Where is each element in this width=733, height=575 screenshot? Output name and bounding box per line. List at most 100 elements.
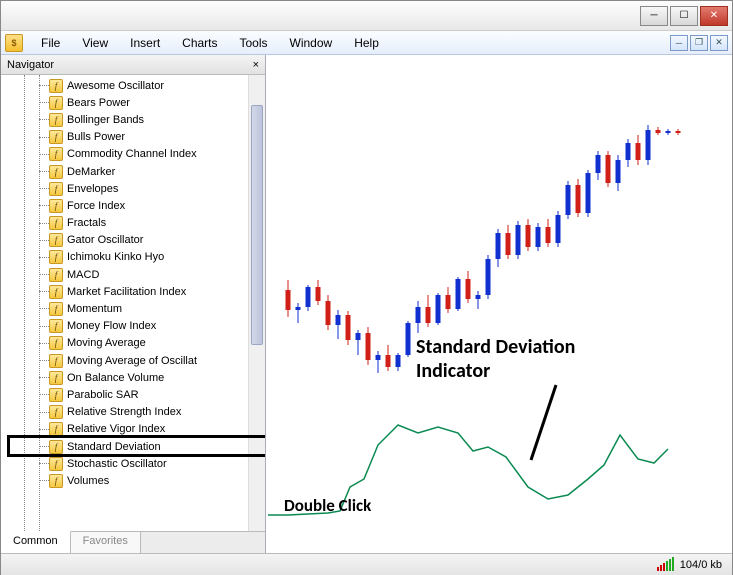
indicator-label: Parabolic SAR [67,389,139,401]
indicator-icon: f [49,319,63,333]
indicator-label: Moving Average of Oscillat [67,355,197,367]
indicator-label: On Balance Volume [67,372,164,384]
menu-help[interactable]: Help [344,34,389,52]
indicator-icon: f [49,422,63,436]
navigator-header: Navigator × [1,55,265,75]
indicator-item[interactable]: f Commodity Channel Index [1,146,265,163]
indicator-label: Bulls Power [67,131,125,143]
indicator-icon: f [49,336,63,350]
indicator-label: Relative Strength Index [67,406,181,418]
minimize-button[interactable]: ─ [640,6,668,26]
app-icon: $ [5,34,23,52]
indicator-item[interactable]: f Moving Average [1,335,265,352]
indicator-item[interactable]: fBollinger Bands [1,111,265,128]
menu-charts[interactable]: Charts [172,34,227,52]
menu-insert[interactable]: Insert [120,34,170,52]
indicator-item[interactable]: f Stochastic Oscillator [1,455,265,472]
close-button[interactable]: ✕ [700,6,728,26]
indicator-icon: f [49,130,63,144]
indicator-item[interactable]: fGator Oscillator [1,232,265,249]
indicator-label: Ichimoku Kinko Hyo [67,251,164,263]
menu-window[interactable]: Window [280,34,343,52]
navigator-close-icon[interactable]: × [253,59,259,71]
indicator-label: Market Facilitation Index [67,286,186,298]
indicator-label: Commodity Channel Index [67,148,197,160]
indicator-item[interactable]: fFractals [1,215,265,232]
indicator-icon: f [49,165,63,179]
indicator-label: Force Index [67,200,125,212]
menu-view[interactable]: View [72,34,118,52]
indicator-item[interactable]: fAwesome Oscillator [1,77,265,94]
indicator-item[interactable]: f Bulls Power [1,129,265,146]
indicator-label: Envelopes [67,183,118,195]
menu-bar: $ File View Insert Charts Tools Window H… [1,31,732,55]
indicator-icon: f [49,285,63,299]
indicator-icon: f [49,302,63,316]
menu-tools[interactable]: Tools [230,34,278,52]
menu-file[interactable]: File [31,34,70,52]
indicator-icon: f [49,457,63,471]
navigator-title: Navigator [7,59,54,71]
indicator-icon: f [49,268,63,282]
mdi-close-button[interactable]: ✕ [710,35,728,51]
indicator-label: Money Flow Index [67,320,156,332]
indicator-icon: f [49,405,63,419]
price-chart[interactable] [266,55,732,553]
navigator-tree[interactable]: fAwesome OscillatorfBears PowerfBollinge… [1,75,265,531]
indicator-item[interactable]: fBears Power [1,94,265,111]
connection-status: 104/0 kb [680,559,732,571]
tab-favorites[interactable]: Favorites [71,532,141,553]
scrollbar-thumb[interactable] [251,105,263,345]
indicator-item[interactable]: f Relative Strength Index [1,404,265,421]
indicator-item[interactable]: f DeMarker [1,163,265,180]
indicator-label: Volumes [67,475,109,487]
maximize-button[interactable]: ☐ [670,6,698,26]
indicator-item[interactable]: f Force Index [1,197,265,214]
indicator-icon: f [49,354,63,368]
indicator-label: Fractals [67,217,106,229]
annotation-subtitle: Indicator [416,359,490,383]
status-bar: 104/0 kb [1,553,732,575]
indicator-label: Stochastic Oscillator [67,458,167,470]
indicator-label: DeMarker [67,166,115,178]
mdi-restore-button[interactable]: ❐ [690,35,708,51]
window-titlebar: ─ ☐ ✕ [1,1,732,31]
indicator-icon: f [49,250,63,264]
indicator-item[interactable]: f Momentum [1,300,265,317]
indicator-label: Bears Power [67,97,130,109]
tab-common[interactable]: Common [1,531,71,553]
indicator-item[interactable]: f Volumes [1,472,265,489]
annotation-hint: Double Click [284,495,371,516]
indicator-icon: f [49,182,63,196]
indicator-label: MACD [67,269,99,281]
indicator-label: Relative Vigor Index [67,423,165,435]
indicator-icon: f [49,388,63,402]
annotation-title: Standard Deviation [416,335,575,359]
indicator-label: Momentum [67,303,122,315]
indicator-item[interactable]: f Relative Vigor Index [1,421,265,438]
indicator-item[interactable]: f Ichimoku Kinko Hyo [1,249,265,266]
mdi-minimize-button[interactable]: ─ [670,35,688,51]
indicator-icon: f [49,199,63,213]
navigator-scrollbar[interactable] [248,75,265,531]
indicator-icon: f [49,371,63,385]
navigator-panel: Navigator × fAwesome OscillatorfBears Po… [1,55,266,553]
indicator-item[interactable]: f Standard Deviation [1,438,265,455]
indicator-item[interactable]: f Market Facilitation Index [1,283,265,300]
indicator-label: Standard Deviation [67,441,161,453]
indicator-icon: f [49,147,63,161]
navigator-tabs: Common Favorites [1,531,265,553]
indicator-icon: f [49,474,63,488]
indicator-icon: f [49,440,63,454]
indicator-label: Awesome Oscillator [67,80,164,92]
indicator-item[interactable]: f Envelopes [1,180,265,197]
indicator-item[interactable]: f Money Flow Index [1,318,265,335]
indicator-item[interactable]: f MACD [1,266,265,283]
indicator-item[interactable]: f On Balance Volume [1,369,265,386]
indicator-label: Gator Oscillator [67,234,143,246]
indicator-label: Moving Average [67,337,146,349]
chart-area[interactable]: Standard Deviation Indicator Double Clic… [266,55,732,553]
workspace: Navigator × fAwesome OscillatorfBears Po… [1,55,732,553]
indicator-item[interactable]: f Moving Average of Oscillat [1,352,265,369]
indicator-item[interactable]: f Parabolic SAR [1,386,265,403]
